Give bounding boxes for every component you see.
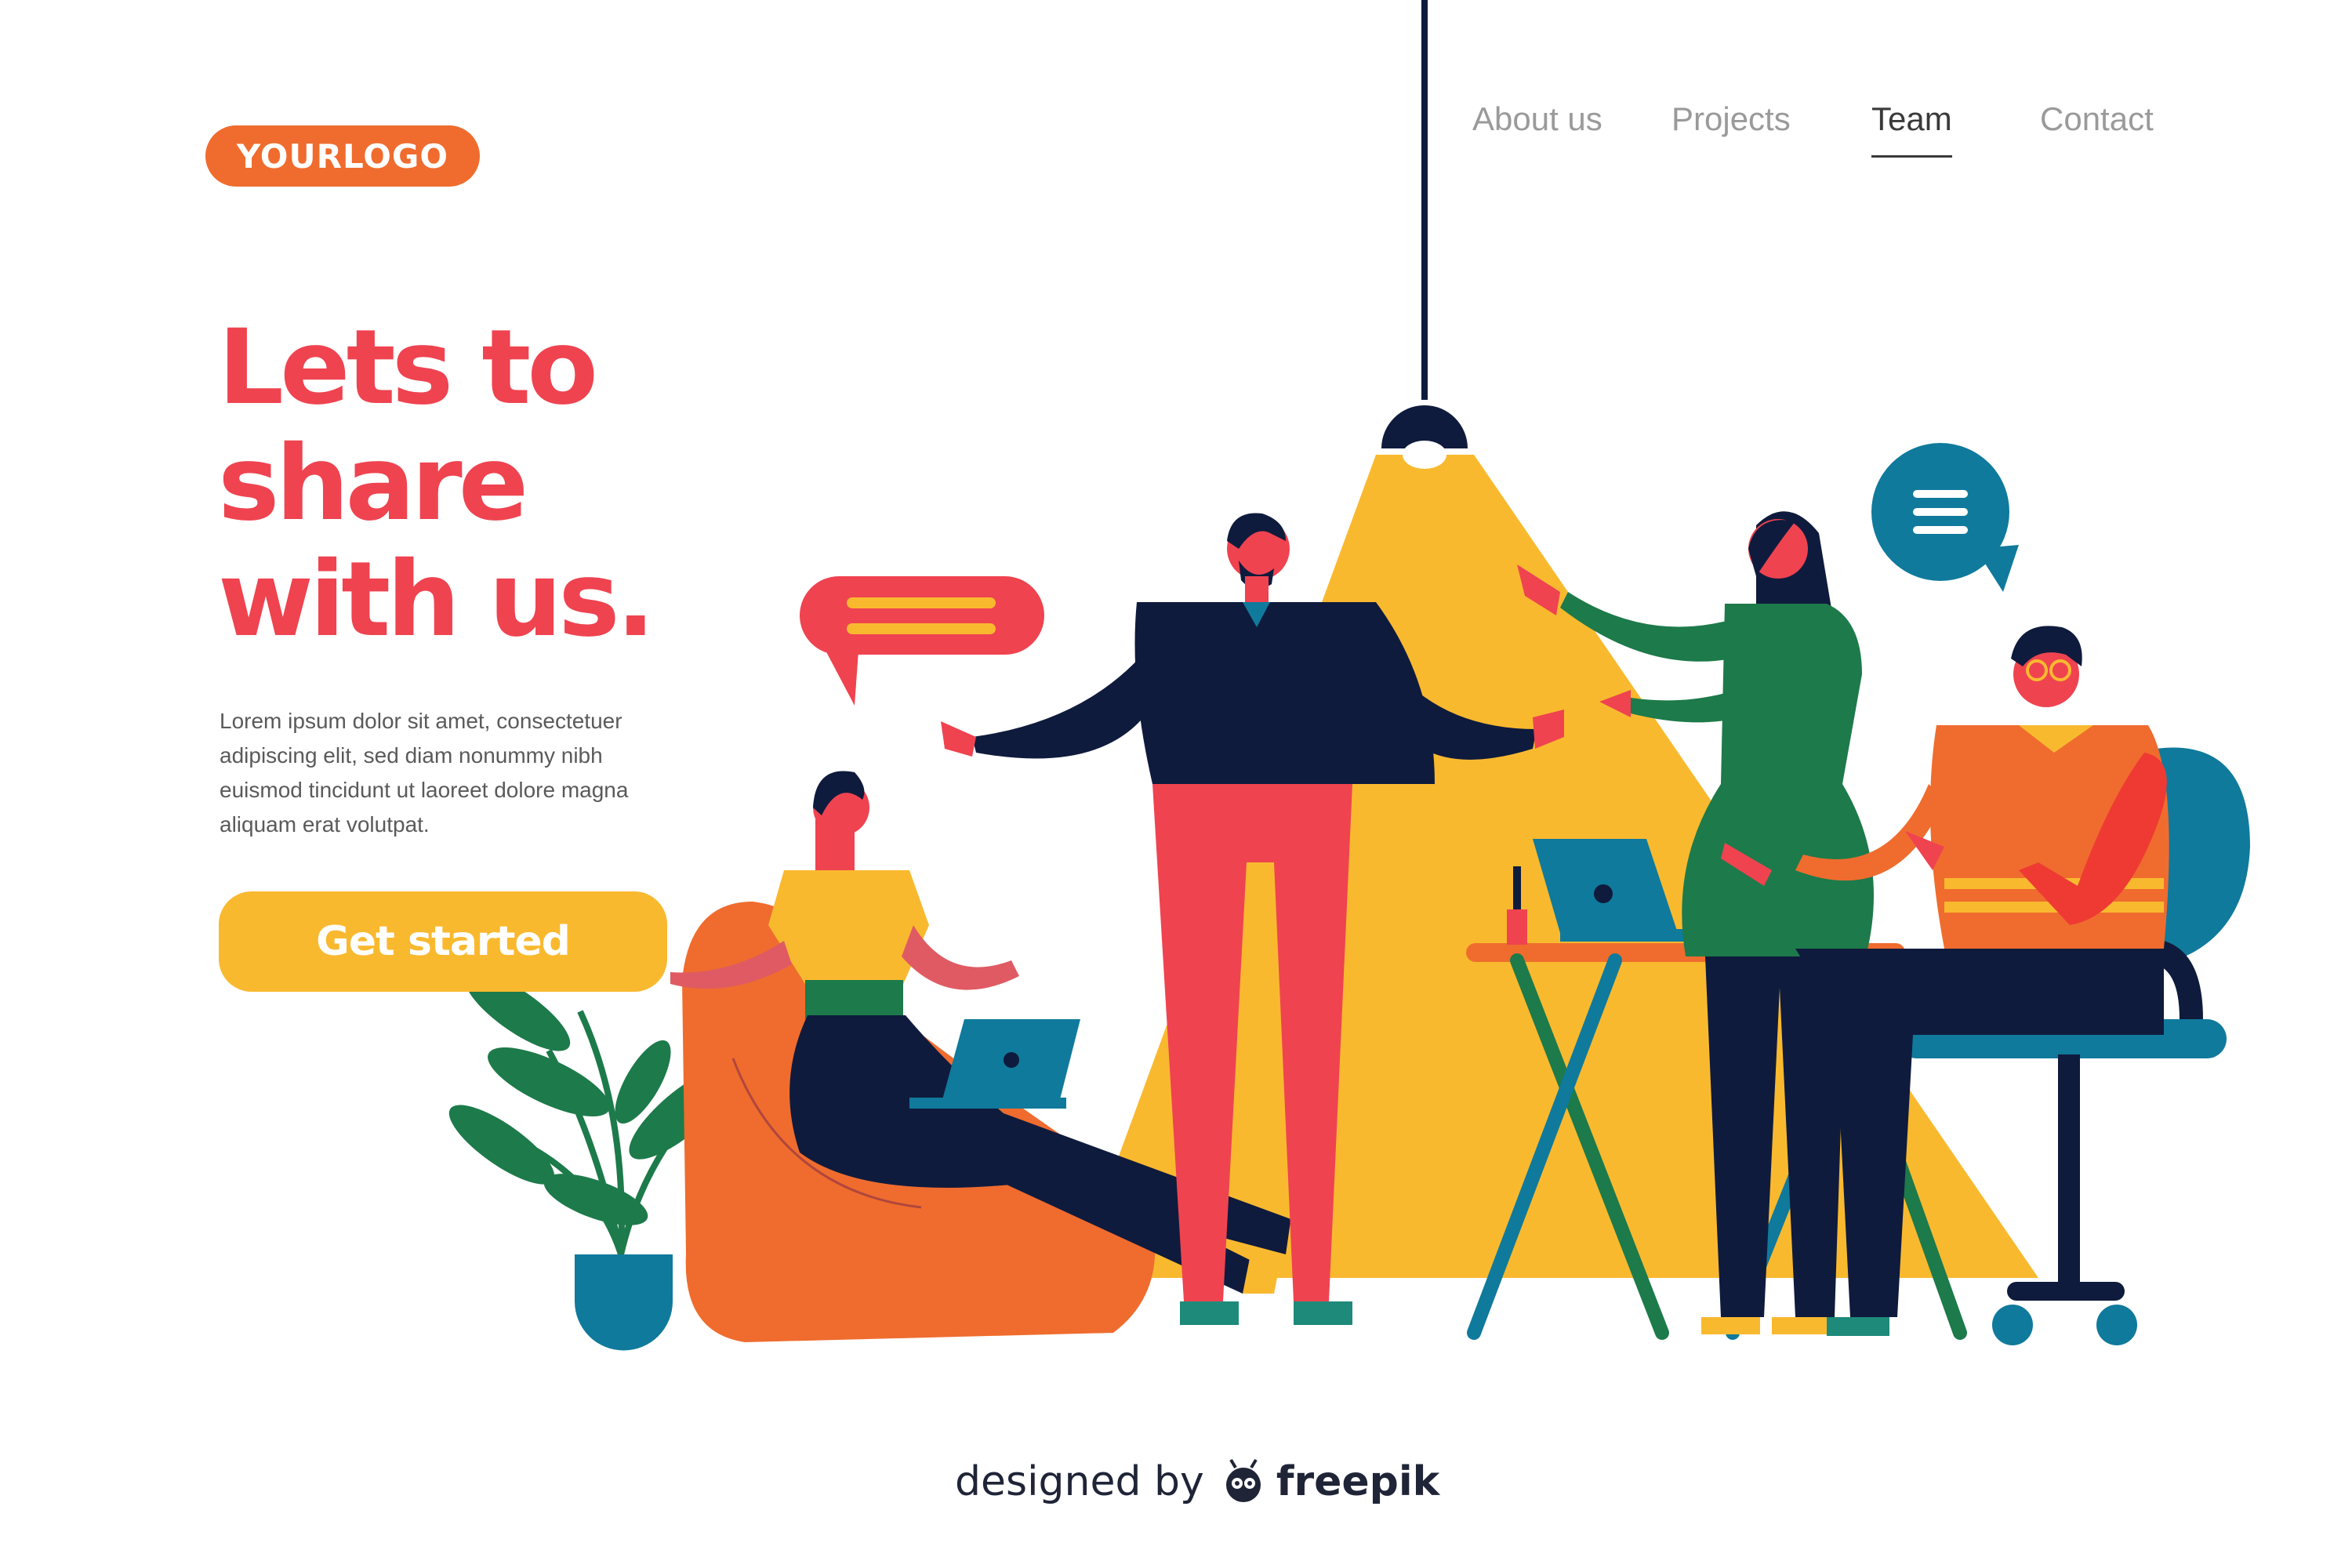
team-illustration bbox=[448, 0, 2250, 1351]
credit-brand: freepik bbox=[1276, 1458, 1440, 1505]
credit-prefix: designed by bbox=[955, 1458, 1204, 1505]
chat-bubble-icon bbox=[800, 576, 1044, 706]
get-started-button[interactable]: Get started bbox=[219, 891, 667, 992]
designer-credit[interactable]: designed by freepik bbox=[955, 1450, 1439, 1513]
lamp-cord bbox=[1421, 0, 1428, 400]
menu-lines-icon bbox=[1871, 443, 2019, 592]
lamp-bulb bbox=[1403, 441, 1446, 469]
freepik-bug-icon bbox=[1225, 1458, 1261, 1502]
